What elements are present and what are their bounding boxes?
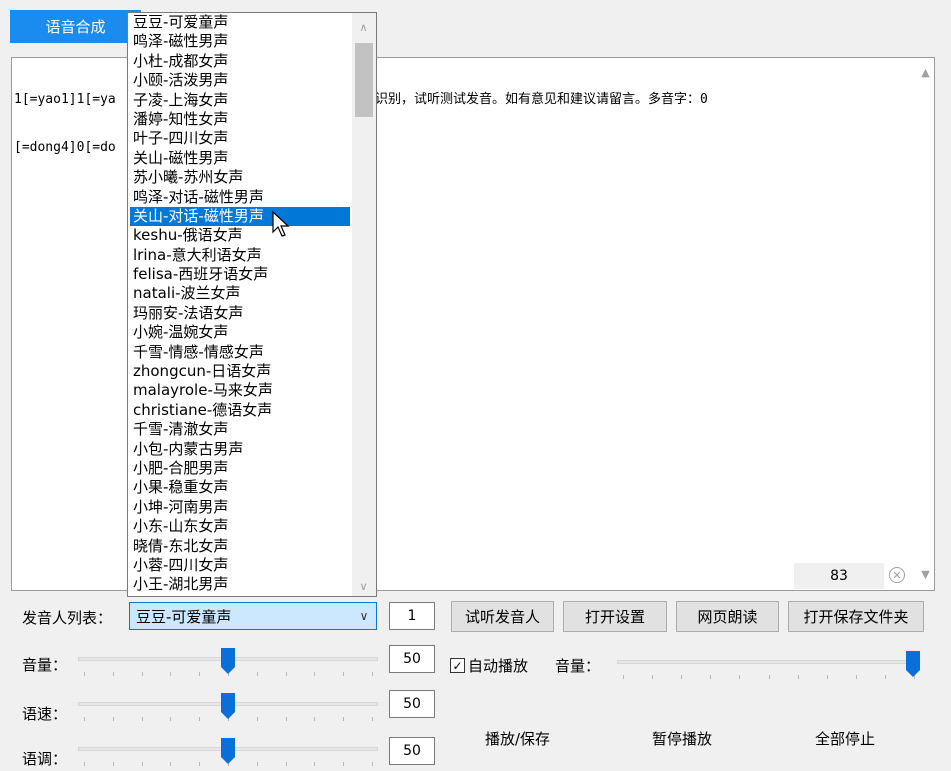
speaker-option[interactable]: 潘婷-知性女声 — [130, 110, 350, 129]
volume-slider-thumb[interactable] — [221, 648, 235, 674]
editor-line-2-start: [=dong4]0[=do — [14, 140, 116, 155]
autoplay-checkbox[interactable]: ✓ — [450, 658, 465, 673]
char-count: 83 — [794, 563, 884, 589]
speaker-option[interactable]: natali-波兰女声 — [130, 284, 350, 303]
speaker-option[interactable]: 苏小曦-苏州女声 — [130, 168, 350, 187]
speaker-option[interactable]: 鸣泽-磁性男声 — [130, 32, 350, 51]
speed-value-field[interactable]: 50 — [389, 690, 435, 718]
speed-slider[interactable] — [78, 693, 378, 723]
speaker-dropdown-list[interactable]: 豆豆-可爱童声 鸣泽-磁性男声 小杜-成都女声 小颐-活泼男声 子凌-上海女声 潘婷-知性… — [127, 12, 377, 597]
speaker-option[interactable]: 豆豆-可爱童声 — [130, 13, 350, 32]
speaker-option[interactable]: 关山-磁性男声 — [130, 149, 350, 168]
volume-value-field[interactable]: 50 — [389, 645, 435, 673]
editor-line-1-start: 1[=yao1]1[=ya — [14, 92, 116, 107]
pause-button[interactable]: 暂停播放 — [652, 728, 712, 749]
stop-all-button[interactable]: 全部停止 — [815, 728, 875, 749]
pitch-label: 语调： — [22, 750, 68, 768]
scroll-up-icon[interactable]: ∧ — [355, 19, 372, 36]
speaker-option[interactable]: 小东-山东女声 — [130, 517, 350, 536]
speaker-count-field[interactable]: 1 — [389, 602, 435, 630]
speaker-option[interactable]: 小肥-合肥男声 — [130, 459, 350, 478]
editor-scrollbar[interactable]: ▲ ▼ — [917, 58, 934, 590]
mouse-pointer-icon — [272, 211, 290, 237]
speaker-option[interactable]: 小果-稳重女声 — [130, 478, 350, 497]
speaker-option[interactable]: christiane-德语女声 — [130, 401, 350, 420]
speaker-options[interactable]: 豆豆-可爱童声 鸣泽-磁性男声 小杜-成都女声 小颐-活泼男声 子凌-上海女声 潘婷-知性… — [130, 13, 350, 595]
speaker-option[interactable]: 晓倩-东北女声 — [130, 537, 350, 556]
speaker-option[interactable]: 小蓉-四川女声 — [130, 556, 350, 575]
check-icon: ✓ — [452, 658, 463, 673]
speaker-select[interactable]: 豆豆-可爱童声 ∨ — [129, 602, 377, 630]
volume-slider[interactable] — [78, 648, 378, 678]
pitch-slider[interactable] — [78, 738, 378, 768]
pitch-slider-thumb[interactable] — [221, 738, 235, 764]
play-save-button[interactable]: 播放/保存 — [485, 728, 550, 749]
open-save-folder-button[interactable]: 打开保存文件夹 — [788, 601, 924, 632]
speaker-option[interactable]: 千雪-清澈女声 — [130, 420, 350, 439]
tab-speech-synthesis[interactable]: 语音合成 — [10, 10, 141, 43]
scroll-up-icon[interactable]: ▲ — [917, 64, 934, 81]
autoplay-toggle[interactable]: ✓ 自动播放 — [450, 655, 528, 676]
speaker-option[interactable]: 鸣泽-对话-磁性男声 — [130, 188, 350, 207]
speaker-option[interactable]: keshu-俄语女声 — [130, 226, 350, 245]
speaker-option[interactable]: felisa-西班牙语女声 — [130, 265, 350, 284]
speaker-selected-value: 豆豆-可爱童声 — [136, 607, 232, 626]
slider-ticks — [617, 675, 920, 681]
speaker-option[interactable]: 小婉-温婉女声 — [130, 323, 350, 342]
scroll-down-icon[interactable]: ▼ — [917, 566, 934, 583]
speed-slider-thumb[interactable] — [221, 693, 235, 719]
autoplay-label: 自动播放 — [468, 657, 529, 675]
playback-volume-label: 音量： — [555, 657, 601, 675]
playback-volume-slider[interactable] — [617, 651, 920, 681]
speaker-option[interactable]: 小杜-成都女声 — [130, 52, 350, 71]
dropdown-scroll-thumb[interactable] — [355, 43, 373, 117]
web-read-button[interactable]: 网页朗读 — [676, 601, 779, 632]
speaker-option[interactable]: 玛丽安-法语女声 — [130, 304, 350, 323]
speaker-option[interactable]: zhongcun-日语女声 — [130, 362, 350, 381]
speaker-option[interactable]: 小包-内蒙古男声 — [130, 440, 350, 459]
preview-speaker-button[interactable]: 试听发音人 — [451, 601, 554, 632]
speaker-option[interactable]: 千雪-情感-情感女声 — [130, 343, 350, 362]
pitch-value-field[interactable]: 50 — [389, 737, 435, 765]
scroll-down-icon[interactable]: ∨ — [355, 578, 372, 595]
speaker-list-label: 发音人列表： — [22, 609, 113, 627]
speaker-option[interactable]: 叶子-四川女声 — [130, 129, 350, 148]
editor-line-1-end: 识别，试听测试发音。如有意见和建议请留言。多音字：0 — [375, 92, 708, 107]
chevron-down-icon[interactable]: ∨ — [352, 609, 376, 623]
speaker-option[interactable]: 关山-对话-磁性男声 — [130, 206, 350, 227]
clear-icon[interactable]: ✕ — [889, 567, 905, 583]
speaker-option[interactable]: lrina-意大利语女声 — [130, 246, 350, 265]
speaker-option[interactable]: 小坤-河南男声 — [130, 498, 350, 517]
dropdown-scrollbar[interactable]: ∧ ∨ — [352, 13, 376, 596]
speed-label: 语速： — [22, 705, 68, 723]
speaker-option[interactable]: 小颐-活泼男声 — [130, 71, 350, 90]
speaker-option[interactable]: malayrole-马来女声 — [130, 381, 350, 400]
speaker-option[interactable]: 小王-湖北男声 — [130, 575, 350, 594]
playback-volume-thumb[interactable] — [906, 651, 920, 677]
open-settings-button[interactable]: 打开设置 — [563, 601, 667, 632]
volume-label: 音量： — [22, 656, 68, 674]
speaker-option[interactable]: 子凌-上海女声 — [130, 91, 350, 110]
